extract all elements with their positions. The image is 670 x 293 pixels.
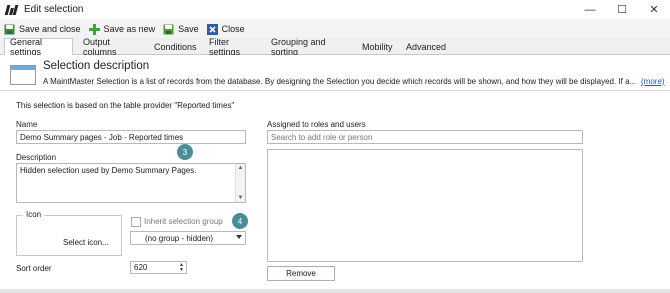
tab-advanced[interactable]: Advanced <box>401 39 446 54</box>
toolbar: Save and close Save as new Save Close <box>0 20 670 38</box>
description-field[interactable]: Hidden selection used by Demo Summary Pa… <box>16 163 246 203</box>
more-link[interactable]: (more) <box>641 77 665 86</box>
maximize-button[interactable]: ☐ <box>606 0 638 19</box>
app-logo-icon <box>4 4 19 15</box>
bottom-border <box>0 289 670 293</box>
tab-grouping-and-sorting[interactable]: Grouping and sorting <box>266 37 353 57</box>
step-badge-4: 4 <box>232 213 248 229</box>
title-bar: Edit selection — ☐ ✕ <box>0 0 670 19</box>
tab-filter-settings[interactable]: Filter settings <box>204 37 264 57</box>
tab-general-settings[interactable]: General settings <box>4 37 73 57</box>
save-button[interactable]: Save <box>163 24 199 35</box>
inherit-group-checkbox[interactable] <box>131 217 141 227</box>
plus-icon <box>88 23 100 35</box>
assigned-roles-list[interactable] <box>267 149 583 262</box>
role-search-input[interactable]: Search to add role or person <box>267 130 583 144</box>
section-title: Selection description <box>43 60 150 72</box>
general-settings-panel: Selection description A MaintMaster Sele… <box>0 55 670 293</box>
provider-info: This selection is based on the table pro… <box>16 101 235 110</box>
scroll-down-icon[interactable]: ▼ <box>236 194 245 202</box>
close-label: Close <box>221 24 245 34</box>
description-text: Hidden selection used by Demo Summary Pa… <box>20 166 197 175</box>
tab-mobility[interactable]: Mobility <box>357 39 397 54</box>
icon-group-label: Icon <box>23 210 45 219</box>
name-field[interactable]: Demo Summary pages - Job - Reported time… <box>16 130 246 144</box>
description-scrollbar[interactable]: ▲ ▼ <box>235 164 245 202</box>
scroll-up-icon[interactable]: ▲ <box>236 164 245 172</box>
close-icon <box>206 23 218 35</box>
tab-strip: General settings Output columns Conditio… <box>0 37 670 57</box>
close-window-button[interactable]: ✕ <box>638 0 670 19</box>
description-label: Description <box>16 153 57 162</box>
save-and-close-icon <box>4 24 15 34</box>
save-and-close-button[interactable]: Save and close <box>4 24 81 35</box>
remove-button[interactable]: Remove <box>267 266 335 281</box>
name-label: Name <box>16 120 38 129</box>
tab-conditions[interactable]: Conditions <box>149 39 200 54</box>
floppy-disk-icon <box>163 24 174 34</box>
sort-order-stepper[interactable]: 620 ▲ ▼ <box>130 261 187 274</box>
step-badge-3: 3 <box>177 144 193 160</box>
save-and-close-label: Save and close <box>19 24 81 34</box>
icon-group: Icon Select icon... <box>16 210 122 256</box>
close-button[interactable]: Close <box>206 23 245 35</box>
save-as-new-button[interactable]: Save as new <box>88 23 156 35</box>
group-dropdown-value: (no group - hidden) <box>145 234 214 243</box>
save-as-new-label: Save as new <box>103 24 156 34</box>
section-description: A MaintMaster Selection is a list of rec… <box>43 77 637 86</box>
header-divider <box>0 90 670 91</box>
group-dropdown[interactable]: (no group - hidden) <box>130 231 246 245</box>
save-label: Save <box>178 24 199 34</box>
stepper-down-icon[interactable]: ▼ <box>179 268 184 273</box>
inherit-group-label: Inherit selection group <box>144 217 223 226</box>
chevron-down-icon <box>236 235 242 239</box>
roles-label: Assigned to roles and users <box>267 120 366 129</box>
minimize-button[interactable]: — <box>574 0 606 19</box>
sort-order-label: Sort order <box>16 264 52 273</box>
selection-window-icon <box>10 65 36 85</box>
tab-output-columns[interactable]: Output columns <box>78 37 145 57</box>
sort-order-value: 620 <box>134 263 148 272</box>
window-title: Edit selection <box>24 4 84 15</box>
select-icon-button[interactable]: Select icon... <box>63 238 109 247</box>
